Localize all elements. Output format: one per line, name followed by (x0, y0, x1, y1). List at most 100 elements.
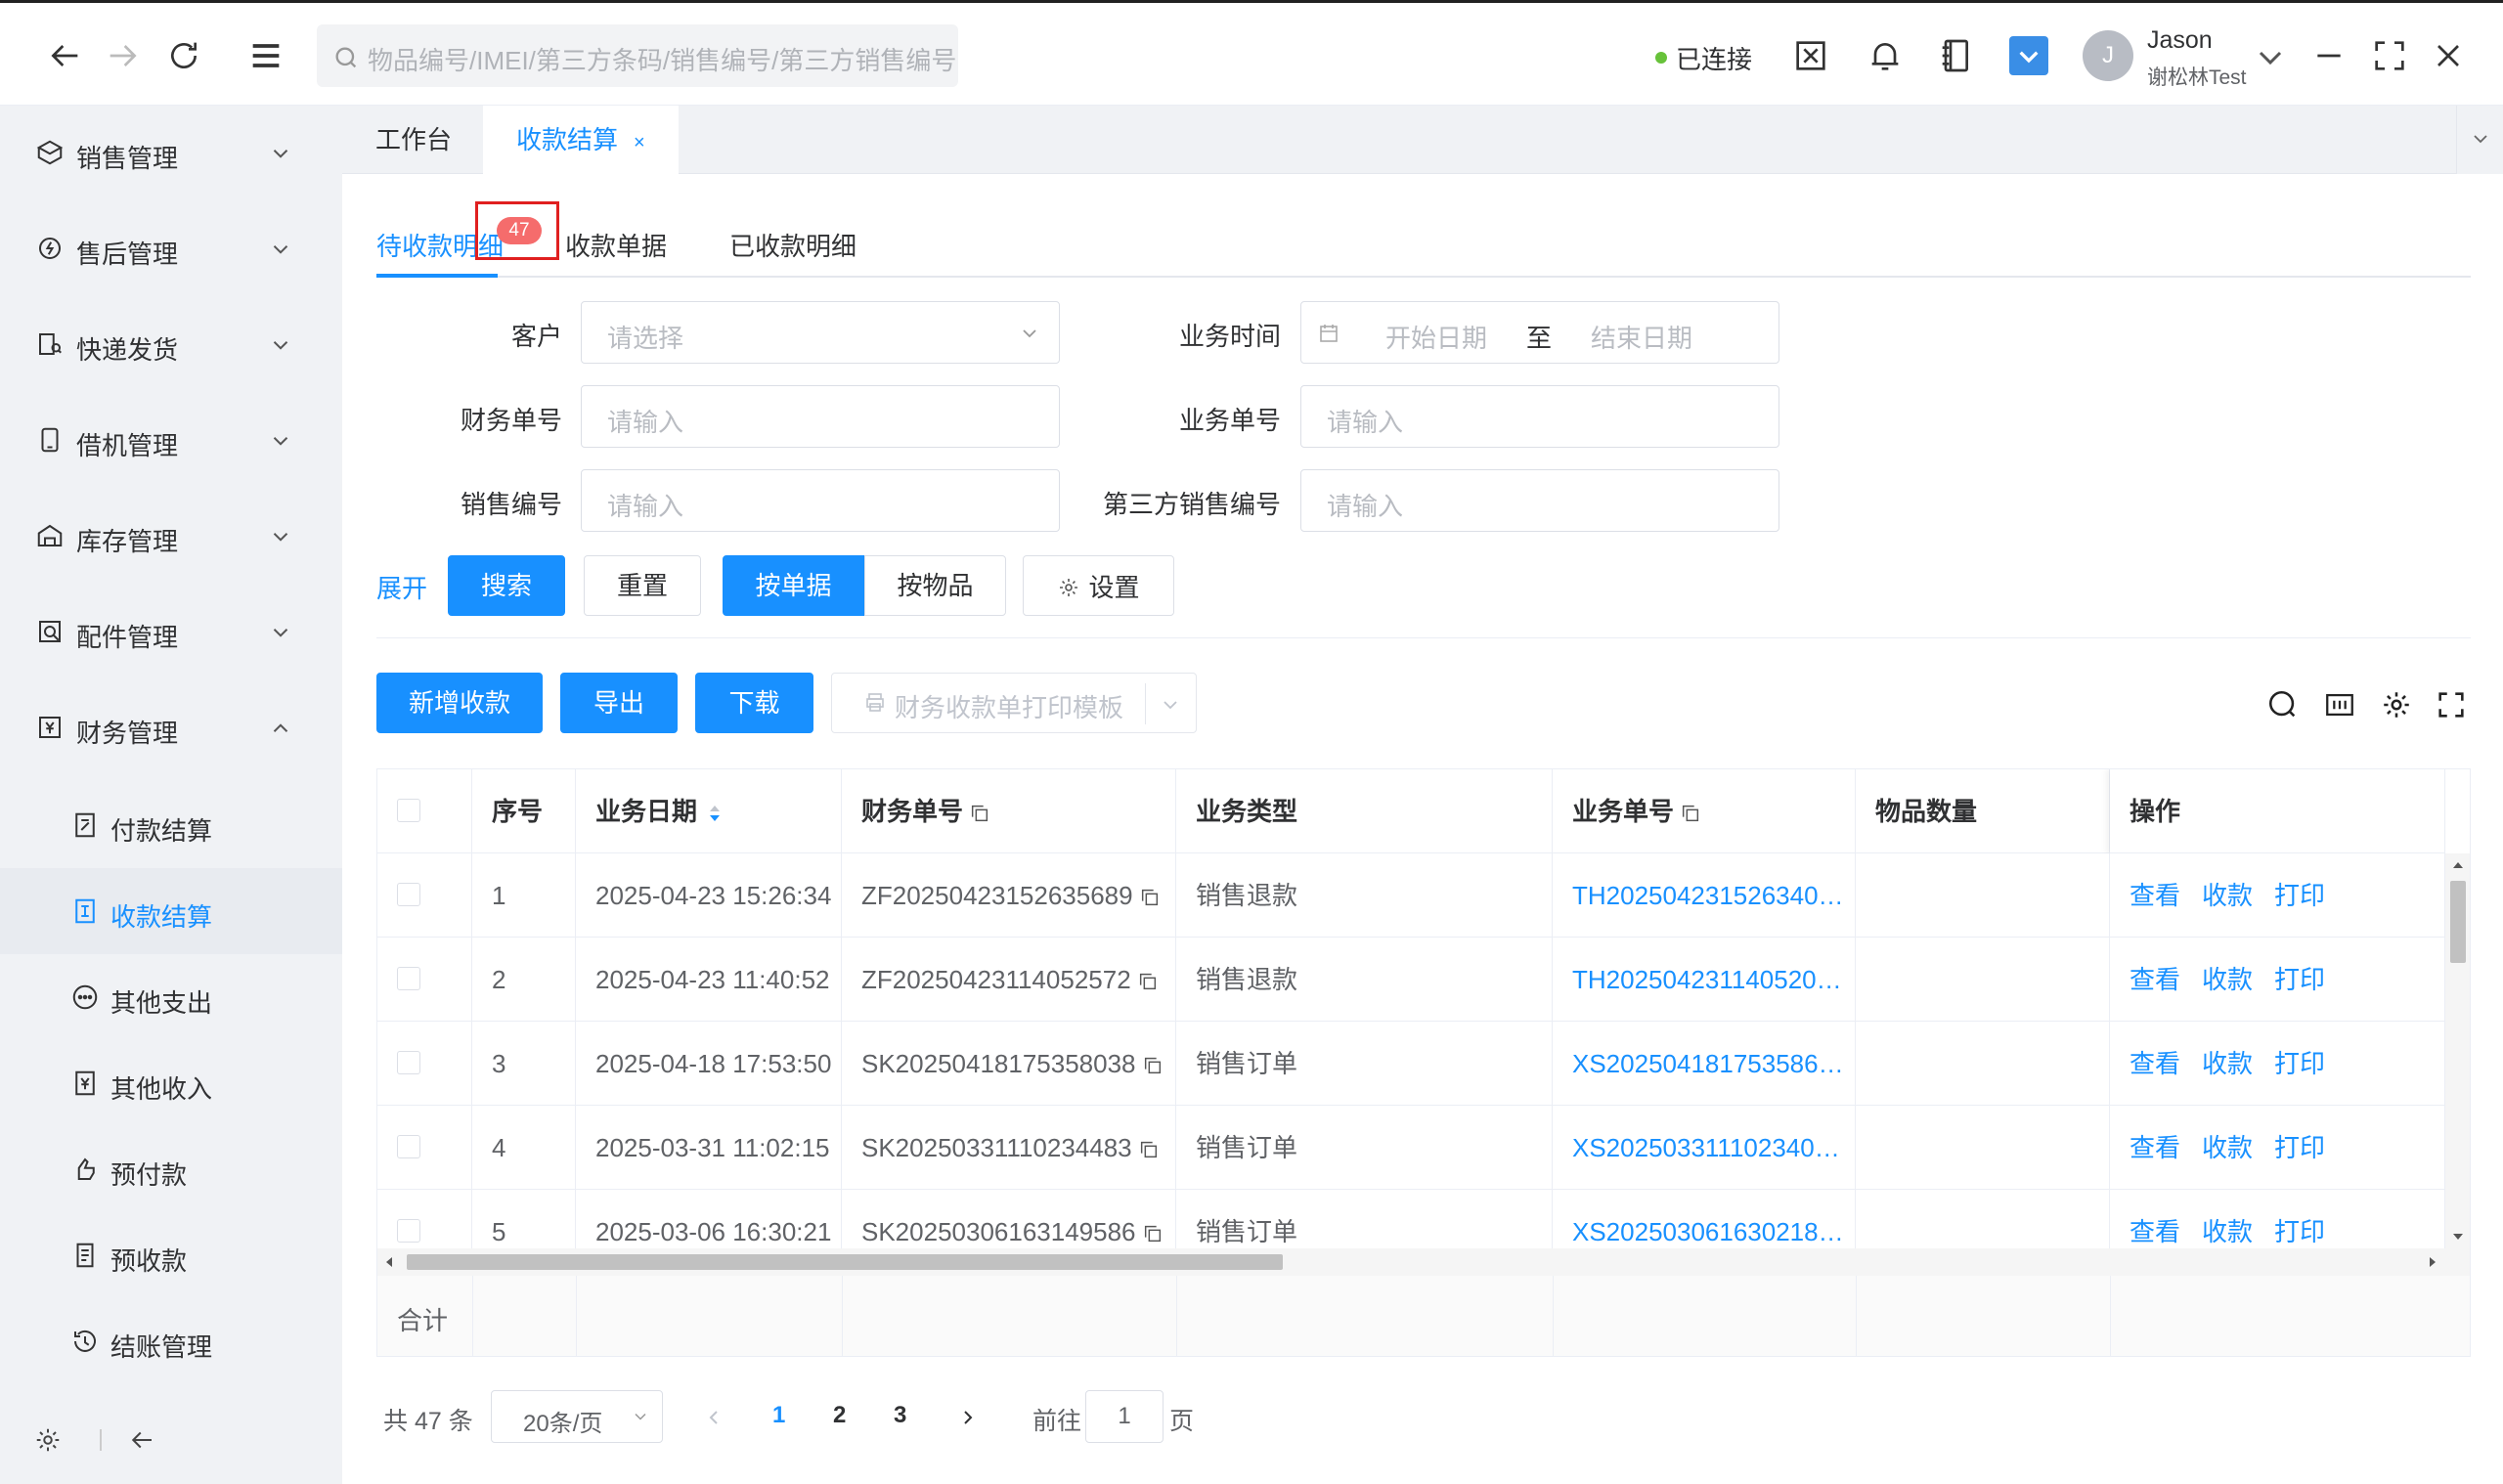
export-button[interactable]: 导出 (560, 673, 678, 733)
avatar[interactable]: J (2083, 30, 2133, 81)
start-date-placeholder[interactable]: 开始日期 (1385, 319, 1487, 355)
copy-icon[interactable] (969, 803, 990, 824)
checkbox[interactable] (397, 1219, 420, 1243)
header-select-all[interactable] (377, 769, 472, 853)
download-button[interactable]: 下载 (695, 673, 813, 733)
reset-button[interactable]: 重置 (584, 555, 701, 616)
tabs-more-button[interactable] (2456, 106, 2503, 174)
by-document-toggle[interactable]: 按单据 (723, 555, 864, 616)
notebook-icon[interactable] (1936, 36, 1975, 75)
menu-inventory[interactable]: 库存管理 (0, 489, 342, 585)
menu-loaner[interactable]: 借机管理 (0, 393, 342, 489)
scroll-up-icon[interactable] (2445, 853, 2471, 879)
finance-no-input[interactable]: 请输入 (581, 385, 1060, 448)
menu-other-expense[interactable]: 其他支出 (0, 954, 342, 1040)
expand-link[interactable]: 展开 (376, 569, 427, 605)
menu-payment-settlement[interactable]: 付款结算 (0, 782, 342, 868)
row-select-cell[interactable] (377, 853, 472, 938)
menu-other-income[interactable]: 其他收入 (0, 1040, 342, 1126)
print-link[interactable]: 打印 (2274, 1133, 2325, 1162)
close-window-icon[interactable] (2429, 36, 2468, 75)
page-2[interactable]: 2 (833, 1402, 846, 1429)
by-item-toggle[interactable]: 按物品 (864, 555, 1006, 616)
row-select-cell[interactable] (377, 938, 472, 1022)
goto-page-input[interactable]: 1 (1085, 1390, 1164, 1443)
back-arrow-icon[interactable] (45, 36, 84, 75)
tab-workbench[interactable]: 工作台 (342, 106, 485, 174)
cell-biz-no-link[interactable]: XS202503311102340… (1553, 1106, 1856, 1190)
th-date[interactable]: 业务日期 (576, 769, 842, 853)
menu-closing[interactable]: 结账管理 (0, 1298, 342, 1384)
scrollbar-thumb[interactable] (407, 1254, 1283, 1270)
prev-page-icon[interactable] (702, 1406, 725, 1429)
cell-biz-no-link[interactable]: TH202504231140520… (1553, 938, 1856, 1022)
menu-prereceive[interactable]: 预收款 (0, 1212, 342, 1298)
close-icon[interactable]: × (634, 132, 645, 153)
view-link[interactable]: 查看 (2130, 1049, 2180, 1078)
receive-link[interactable]: 收款 (2202, 1217, 2253, 1246)
checkbox[interactable] (397, 883, 420, 906)
view-link[interactable]: 查看 (2130, 1217, 2180, 1246)
global-search-input[interactable]: 物品编号/IMEI/第三方条码/销售编号/第三方销售编号 (317, 24, 958, 87)
column-density-icon[interactable] (2323, 688, 2356, 721)
customer-select[interactable]: 请选择 (581, 301, 1060, 364)
print-link[interactable]: 打印 (2274, 881, 2325, 910)
menu-toggle-icon[interactable] (246, 36, 285, 75)
subtab-received[interactable]: 已收款明细 (729, 227, 856, 263)
dropdown-toggle-icon[interactable] (2009, 36, 2048, 75)
menu-receipt-settlement[interactable]: 收款结算 (0, 868, 342, 954)
add-receipt-button[interactable]: 新增收款 (376, 673, 543, 733)
biz-no-input[interactable]: 请输入 (1300, 385, 1779, 448)
copy-icon[interactable] (1139, 887, 1161, 908)
collapse-sidebar-icon[interactable] (127, 1425, 156, 1455)
search-button[interactable]: 搜索 (448, 555, 565, 616)
page-1[interactable]: 1 (772, 1402, 785, 1429)
print-link[interactable]: 打印 (2274, 965, 2325, 994)
third-sales-no-input[interactable]: 请输入 (1300, 469, 1779, 532)
page-3[interactable]: 3 (894, 1402, 906, 1429)
menu-finance[interactable]: 财务管理 (0, 680, 342, 776)
next-page-icon[interactable] (956, 1406, 980, 1429)
bell-icon[interactable] (1866, 36, 1905, 75)
checkbox[interactable] (397, 967, 420, 990)
scrollbar-thumb[interactable] (2450, 881, 2466, 963)
user-name[interactable]: Jason (2147, 26, 2213, 55)
menu-sales[interactable]: 销售管理 (0, 106, 342, 201)
row-select-cell[interactable] (377, 1106, 472, 1190)
minimize-icon[interactable] (2309, 36, 2349, 75)
row-select-cell[interactable] (377, 1022, 472, 1106)
gear-icon[interactable] (33, 1425, 63, 1455)
print-template-dropdown[interactable]: 财务收款单打印模板 (831, 673, 1197, 733)
scroll-right-icon[interactable] (2419, 1248, 2444, 1276)
sort-icon[interactable] (707, 802, 723, 825)
menu-delivery[interactable]: 快递发货 (0, 297, 342, 393)
menu-after-sales[interactable]: 售后管理 (0, 201, 342, 297)
end-date-placeholder[interactable]: 结束日期 (1591, 319, 1692, 355)
copy-icon[interactable] (1138, 1139, 1160, 1160)
cell-biz-no-link[interactable]: XS202504181753586… (1553, 1022, 1856, 1106)
print-link[interactable]: 打印 (2274, 1049, 2325, 1078)
refresh-icon[interactable] (164, 36, 203, 75)
horizontal-scrollbar[interactable] (377, 1248, 2470, 1276)
subtab-receipts[interactable]: 收款单据 (565, 227, 667, 263)
scroll-down-icon[interactable] (2445, 1223, 2471, 1248)
checkbox[interactable] (397, 1051, 420, 1074)
view-link[interactable]: 查看 (2130, 881, 2180, 910)
print-link[interactable]: 打印 (2274, 1217, 2325, 1246)
tab-receipt-settlement[interactable]: 收款结算 × (483, 106, 679, 174)
menu-prepayment[interactable]: 预付款 (0, 1126, 342, 1212)
receive-link[interactable]: 收款 (2202, 1133, 2253, 1162)
receive-link[interactable]: 收款 (2202, 881, 2253, 910)
date-range-picker[interactable]: 开始日期 至 结束日期 (1300, 301, 1779, 364)
gear-icon[interactable] (2380, 688, 2413, 721)
copy-icon[interactable] (1142, 1223, 1164, 1244)
copy-icon[interactable] (1137, 971, 1159, 992)
forward-arrow-icon[interactable] (104, 36, 143, 75)
fullscreen-icon[interactable] (2435, 688, 2468, 721)
receive-link[interactable]: 收款 (2202, 1049, 2253, 1078)
maximize-icon[interactable] (2370, 36, 2409, 75)
receive-link[interactable]: 收款 (2202, 965, 2253, 994)
checkbox[interactable] (397, 1135, 420, 1158)
checkbox[interactable] (397, 799, 420, 822)
copy-icon[interactable] (1142, 1055, 1164, 1076)
